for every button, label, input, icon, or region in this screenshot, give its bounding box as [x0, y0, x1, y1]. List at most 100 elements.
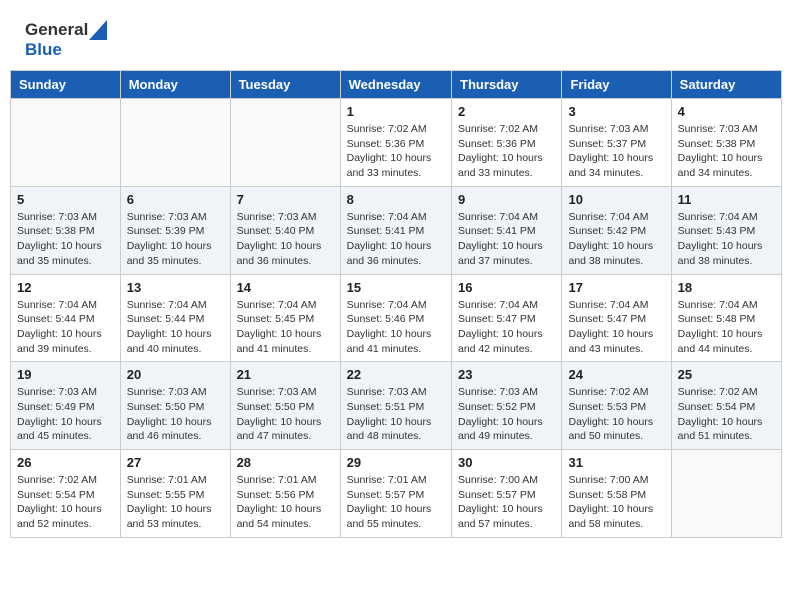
calendar-day-cell: [120, 99, 230, 187]
calendar-day-cell: 31 Sunrise: 7:00 AM Sunset: 5:58 PM Dayli…: [562, 450, 671, 538]
calendar-day-cell: 3 Sunrise: 7:03 AM Sunset: 5:37 PM Daylig…: [562, 99, 671, 187]
day-number: 27: [127, 455, 224, 470]
day-number: 28: [237, 455, 334, 470]
calendar-day-cell: 28 Sunrise: 7:01 AM Sunset: 5:56 PM Dayli…: [230, 450, 340, 538]
calendar-day-cell: 1 Sunrise: 7:02 AM Sunset: 5:36 PM Daylig…: [340, 99, 451, 187]
calendar-day-cell: 16 Sunrise: 7:04 AM Sunset: 5:47 PM Dayli…: [452, 274, 562, 362]
day-number: 3: [568, 104, 664, 119]
day-info: Sunrise: 7:03 AM Sunset: 5:40 PM Dayligh…: [237, 210, 334, 269]
day-number: 4: [678, 104, 775, 119]
day-info: Sunrise: 7:02 AM Sunset: 5:53 PM Dayligh…: [568, 385, 664, 444]
day-number: 8: [347, 192, 445, 207]
day-info: Sunrise: 7:04 AM Sunset: 5:48 PM Dayligh…: [678, 298, 775, 357]
day-info: Sunrise: 7:01 AM Sunset: 5:56 PM Dayligh…: [237, 473, 334, 532]
day-info: Sunrise: 7:02 AM Sunset: 5:36 PM Dayligh…: [347, 122, 445, 181]
logo-general-text: General: [25, 20, 88, 40]
day-number: 15: [347, 280, 445, 295]
calendar-day-cell: 30 Sunrise: 7:00 AM Sunset: 5:57 PM Dayli…: [452, 450, 562, 538]
day-info: Sunrise: 7:02 AM Sunset: 5:36 PM Dayligh…: [458, 122, 555, 181]
calendar-week-row: 19 Sunrise: 7:03 AM Sunset: 5:49 PM Dayli…: [11, 362, 782, 450]
day-info: Sunrise: 7:04 AM Sunset: 5:41 PM Dayligh…: [458, 210, 555, 269]
calendar-day-cell: 2Sunrise: 7:02 AM Sunset: 5:36 PM Daylig…: [452, 99, 562, 187]
calendar-header-row: SundayMondayTuesdayWednesdayThursdayFrid…: [11, 71, 782, 99]
calendar-day-cell: 8Sunrise: 7:04 AM Sunset: 5:41 PM Daylig…: [340, 186, 451, 274]
calendar-week-row: 1 Sunrise: 7:02 AM Sunset: 5:36 PM Daylig…: [11, 99, 782, 187]
logo-text: General Blue: [25, 20, 107, 60]
calendar-day-cell: [671, 450, 781, 538]
calendar-day-cell: 4 Sunrise: 7:03 AM Sunset: 5:38 PM Daylig…: [671, 99, 781, 187]
day-info: Sunrise: 7:04 AM Sunset: 5:43 PM Dayligh…: [678, 210, 775, 269]
day-header-saturday: Saturday: [671, 71, 781, 99]
day-number: 22: [347, 367, 445, 382]
day-info: Sunrise: 7:04 AM Sunset: 5:44 PM Dayligh…: [17, 298, 114, 357]
calendar-day-cell: 18 Sunrise: 7:04 AM Sunset: 5:48 PM Dayli…: [671, 274, 781, 362]
calendar-day-cell: 20 Sunrise: 7:03 AM Sunset: 5:50 PM Dayli…: [120, 362, 230, 450]
calendar-day-cell: 27 Sunrise: 7:01 AM Sunset: 5:55 PM Dayli…: [120, 450, 230, 538]
calendar-day-cell: 11Sunrise: 7:04 AM Sunset: 5:43 PM Dayli…: [671, 186, 781, 274]
day-number: 9: [458, 192, 555, 207]
day-info: Sunrise: 7:03 AM Sunset: 5:38 PM Dayligh…: [678, 122, 775, 181]
calendar-day-cell: 10Sunrise: 7:04 AM Sunset: 5:42 PM Dayli…: [562, 186, 671, 274]
day-number: 29: [347, 455, 445, 470]
day-number: 13: [127, 280, 224, 295]
day-info: Sunrise: 7:02 AM Sunset: 5:54 PM Dayligh…: [17, 473, 114, 532]
calendar-day-cell: 23 Sunrise: 7:03 AM Sunset: 5:52 PM Dayli…: [452, 362, 562, 450]
calendar-day-cell: [11, 99, 121, 187]
day-number: 6: [127, 192, 224, 207]
calendar-day-cell: 12 Sunrise: 7:04 AM Sunset: 5:44 PM Dayli…: [11, 274, 121, 362]
logo-icon: [89, 20, 107, 40]
day-info: Sunrise: 7:04 AM Sunset: 5:45 PM Dayligh…: [237, 298, 334, 357]
calendar-day-cell: 25Sunrise: 7:02 AM Sunset: 5:54 PM Dayli…: [671, 362, 781, 450]
page-header: General Blue: [10, 10, 782, 65]
calendar-day-cell: 26 Sunrise: 7:02 AM Sunset: 5:54 PM Dayli…: [11, 450, 121, 538]
calendar-day-cell: 17 Sunrise: 7:04 AM Sunset: 5:47 PM Dayli…: [562, 274, 671, 362]
day-info: Sunrise: 7:04 AM Sunset: 5:44 PM Dayligh…: [127, 298, 224, 357]
day-number: 7: [237, 192, 334, 207]
calendar-day-cell: 24 Sunrise: 7:02 AM Sunset: 5:53 PM Dayli…: [562, 362, 671, 450]
day-info: Sunrise: 7:03 AM Sunset: 5:51 PM Dayligh…: [347, 385, 445, 444]
day-header-thursday: Thursday: [452, 71, 562, 99]
day-number: 21: [237, 367, 334, 382]
calendar-day-cell: [230, 99, 340, 187]
day-info: Sunrise: 7:04 AM Sunset: 5:47 PM Dayligh…: [458, 298, 555, 357]
calendar-day-cell: 9 Sunrise: 7:04 AM Sunset: 5:41 PM Daylig…: [452, 186, 562, 274]
day-info: Sunrise: 7:03 AM Sunset: 5:49 PM Dayligh…: [17, 385, 114, 444]
day-number: 25: [678, 367, 775, 382]
day-number: 23: [458, 367, 555, 382]
logo-blue-text: Blue: [25, 40, 107, 60]
day-info: Sunrise: 7:00 AM Sunset: 5:58 PM Dayligh…: [568, 473, 664, 532]
day-info: Sunrise: 7:03 AM Sunset: 5:37 PM Dayligh…: [568, 122, 664, 181]
day-info: Sunrise: 7:00 AM Sunset: 5:57 PM Dayligh…: [458, 473, 555, 532]
day-info: Sunrise: 7:03 AM Sunset: 5:50 PM Dayligh…: [127, 385, 224, 444]
day-number: 18: [678, 280, 775, 295]
day-info: Sunrise: 7:04 AM Sunset: 5:47 PM Dayligh…: [568, 298, 664, 357]
calendar-day-cell: 15 Sunrise: 7:04 AM Sunset: 5:46 PM Dayli…: [340, 274, 451, 362]
logo: General Blue: [25, 20, 107, 60]
calendar-day-cell: 5Sunrise: 7:03 AM Sunset: 5:38 PM Daylig…: [11, 186, 121, 274]
day-number: 31: [568, 455, 664, 470]
day-number: 16: [458, 280, 555, 295]
calendar-day-cell: 19 Sunrise: 7:03 AM Sunset: 5:49 PM Dayli…: [11, 362, 121, 450]
calendar-day-cell: 13 Sunrise: 7:04 AM Sunset: 5:44 PM Dayli…: [120, 274, 230, 362]
calendar-week-row: 5Sunrise: 7:03 AM Sunset: 5:38 PM Daylig…: [11, 186, 782, 274]
calendar-week-row: 12 Sunrise: 7:04 AM Sunset: 5:44 PM Dayli…: [11, 274, 782, 362]
day-number: 14: [237, 280, 334, 295]
calendar-day-cell: 29 Sunrise: 7:01 AM Sunset: 5:57 PM Dayli…: [340, 450, 451, 538]
day-number: 17: [568, 280, 664, 295]
day-number: 26: [17, 455, 114, 470]
day-info: Sunrise: 7:03 AM Sunset: 5:52 PM Dayligh…: [458, 385, 555, 444]
day-header-monday: Monday: [120, 71, 230, 99]
day-info: Sunrise: 7:04 AM Sunset: 5:46 PM Dayligh…: [347, 298, 445, 357]
day-number: 19: [17, 367, 114, 382]
calendar-table: SundayMondayTuesdayWednesdayThursdayFrid…: [10, 70, 782, 538]
day-header-wednesday: Wednesday: [340, 71, 451, 99]
day-number: 1: [347, 104, 445, 119]
calendar-day-cell: 6Sunrise: 7:03 AM Sunset: 5:39 PM Daylig…: [120, 186, 230, 274]
day-number: 20: [127, 367, 224, 382]
day-number: 30: [458, 455, 555, 470]
day-info: Sunrise: 7:01 AM Sunset: 5:55 PM Dayligh…: [127, 473, 224, 532]
calendar-day-cell: 22 Sunrise: 7:03 AM Sunset: 5:51 PM Dayli…: [340, 362, 451, 450]
day-number: 12: [17, 280, 114, 295]
day-info: Sunrise: 7:01 AM Sunset: 5:57 PM Dayligh…: [347, 473, 445, 532]
day-number: 24: [568, 367, 664, 382]
